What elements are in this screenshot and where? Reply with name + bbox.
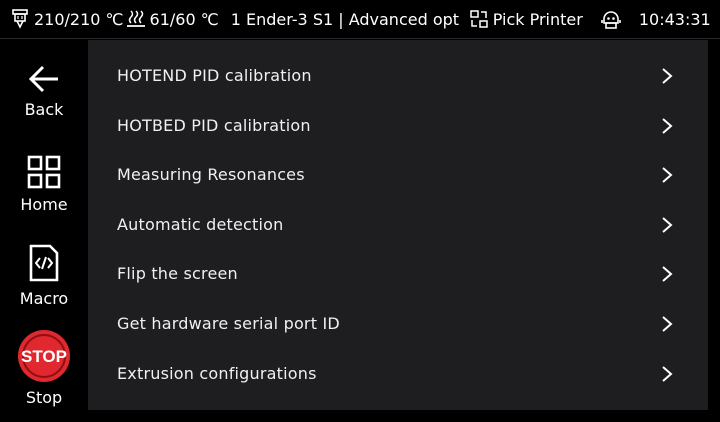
switch-printer-icon [469, 10, 488, 28]
back-label: Back [24, 100, 64, 119]
pick-printer-label: Pick Printer [492, 9, 583, 29]
chevron-right-icon [662, 265, 673, 282]
clock-time: 10:43:31 [638, 9, 711, 29]
home-label: Home [20, 195, 68, 214]
menu-item-automatic-detection[interactable]: Automatic detection [88, 200, 708, 249]
back-button[interactable]: Back [0, 64, 88, 150]
clock: 10:43:31 [639, 10, 711, 29]
menu-item-label: HOTEND PID calibration [117, 66, 312, 85]
menu-item-measuring-resonances[interactable]: Measuring Resonances [88, 150, 708, 199]
bed-temp: 61/60 ℃ [149, 9, 219, 29]
stop-button[interactable]: STOP Stop [0, 328, 88, 414]
menu-item-label: Flip the screen [117, 264, 238, 283]
macro-button[interactable]: Macro [0, 243, 88, 329]
menu-item-serial-port-id[interactable]: Get hardware serial port ID [88, 299, 708, 348]
menu-item-hotbed-pid[interactable]: HOTBED PID calibration [88, 101, 708, 150]
heated-bed-icon [126, 10, 145, 27]
menu-item-flip-screen[interactable]: Flip the screen [88, 249, 708, 298]
macro-code-icon [29, 244, 59, 282]
menu-item-label: Extrusion configurations [117, 364, 317, 383]
menu-item-label: Get hardware serial port ID [117, 314, 340, 333]
macro-label: Macro [19, 289, 69, 308]
chevron-right-icon [662, 117, 673, 134]
stop-icon: STOP [18, 330, 70, 382]
chevron-right-icon [662, 315, 673, 332]
menu-item-extrusion-configurations[interactable]: Extrusion configurations [88, 349, 708, 398]
hotend-icon [12, 9, 28, 29]
printer-title-text: 1 Ender-3 S1 | Advanced opt [230, 9, 460, 29]
chevron-right-icon [662, 67, 673, 84]
chevron-right-icon [662, 216, 673, 233]
stop-label: Stop [25, 388, 63, 407]
chevron-right-icon [662, 365, 673, 382]
home-button[interactable]: Home [0, 155, 88, 241]
robot-icon [601, 11, 621, 29]
printer-title: 1 Ender-3 S1 | Advanced opt [231, 10, 463, 29]
menu-item-label: HOTBED PID calibration [117, 116, 311, 135]
menu-item-label: Measuring Resonances [117, 165, 305, 184]
advanced-options-menu: HOTEND PID calibration HOTBED PID calibr… [88, 40, 708, 410]
menu-item-hotend-pid[interactable]: HOTEND PID calibration [88, 51, 708, 100]
home-grid-icon [27, 155, 61, 189]
status-bar: 210/210 ℃ 61/60 ℃ 1 Ender-3 S1 | Advance… [0, 0, 720, 39]
back-arrow-icon [28, 65, 58, 93]
pick-printer-button[interactable]: Pick Printer [469, 8, 583, 30]
hotend-temp: 210/210 ℃ [34, 9, 124, 29]
hotend-status: 210/210 ℃ [10, 8, 124, 30]
chevron-right-icon [662, 166, 673, 183]
sidebar: Back Home Macro STOP Stop [0, 40, 88, 422]
bed-status: 61/60 ℃ [126, 8, 219, 30]
menu-item-label: Automatic detection [117, 215, 284, 234]
robot-status[interactable] [599, 7, 623, 31]
stop-icon-text: STOP [21, 347, 67, 366]
